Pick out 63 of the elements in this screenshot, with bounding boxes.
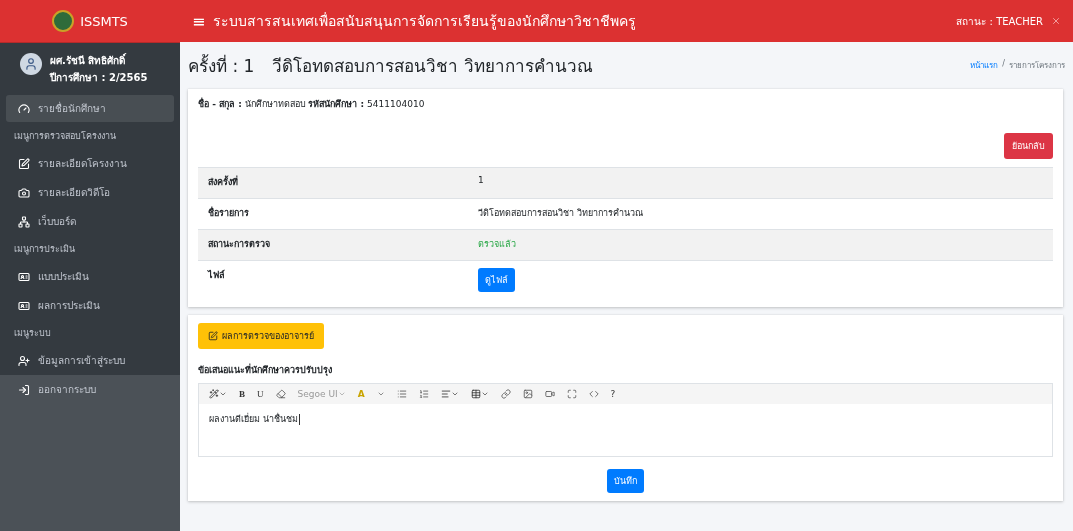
sidebar-item[interactable]: เว็บบอร์ด (6, 208, 174, 235)
status-text: ตรวจแล้ว (478, 238, 517, 251)
menu-section-header: เมนูการประเมิน (13, 243, 76, 257)
sidebar-item[interactable]: แบบประเมิน (6, 263, 174, 290)
sidebar-item[interactable]: รายชื่อนักศึกษา (6, 95, 174, 122)
bold-tool[interactable]: B (239, 389, 245, 399)
edit-icon (208, 331, 218, 341)
caret-icon (337, 390, 346, 398)
align-tool[interactable] (440, 389, 459, 399)
brand-name: ISSMTS (80, 13, 128, 29)
academic-term: ปีการศึกษา : 2/2565 (50, 71, 148, 85)
fullscreen-icon[interactable] (566, 389, 577, 399)
code-icon[interactable] (588, 389, 599, 399)
page-title: วีดิโอทดสอบการสอนวิชา วิทยาการคำนวณ (272, 55, 593, 78)
sidebar-item[interactable]: รายละเอียดวิดีโอ (6, 179, 174, 206)
style-tool[interactable] (209, 389, 227, 399)
menu-section-header: เมนูการตรวจสอบโครงงาน (13, 130, 117, 144)
row-label: ส่งครั้งที่ (208, 175, 239, 189)
page-title-prefix: ครั้งที่ : 1 (188, 53, 255, 78)
sidebar-item[interactable]: รายละเอียดโครงงาน (6, 150, 174, 177)
close-icon[interactable] (1051, 16, 1061, 26)
avatar-icon (20, 53, 42, 75)
eraser-icon[interactable] (275, 389, 286, 399)
menu-button[interactable]: ≡ (192, 11, 206, 31)
breadcrumb-link[interactable]: รายการโครงการ (1009, 59, 1065, 72)
breadcrumb-separator: / (1002, 59, 1005, 70)
numbered-list-icon[interactable] (418, 389, 429, 399)
logo-icon (52, 10, 75, 32)
underline-tool[interactable]: U (257, 389, 264, 399)
student-info: ชื่อ - สกุล : นักศึกษาทดสอบ รหัสนักศึกษา : 5411104010 (198, 97, 425, 111)
system-title: ระบบสารสนเทศเพื่อสนับสนุนการจัดการเรียนรู้ของนักศึกษาวิชาชีพครู (213, 11, 638, 32)
sidebar-item[interactable]: ผลการประเมิน (6, 292, 174, 319)
table-tool[interactable] (470, 389, 489, 399)
wand-icon (209, 389, 219, 399)
row-value: วีดิโอทดสอบการสอนวิชา วิทยาการคำนวณ (478, 207, 644, 220)
feedback-label: ข้อเสนอแนะที่นักศึกษาควรปรับปรุง (198, 363, 333, 377)
table-icon (470, 389, 481, 399)
sidebar-item[interactable]: ออกจากระบบ (6, 376, 174, 403)
picture-icon[interactable] (522, 389, 533, 399)
row-label: สถานะการตรวจ (208, 238, 271, 251)
teacher-review-button[interactable]: ผลการตรวจของอาจารย์ (198, 323, 324, 349)
back-button[interactable]: ย้อนกลับ (1004, 133, 1053, 159)
caret-icon[interactable] (376, 390, 385, 398)
caret-icon (480, 390, 489, 398)
row-label: ชื่อรายการ (208, 206, 250, 220)
menu-section-header: เมนูระบบ (13, 327, 52, 341)
align-icon (440, 389, 451, 399)
user-status: สถานะ : TEACHER (956, 14, 1043, 29)
editor-text[interactable]: ผลงานดีเยี่ยม น่าชื่นชม (199, 404, 1052, 456)
help-tool[interactable]: ? (610, 389, 616, 399)
caret-icon (450, 390, 459, 398)
view-file-button[interactable]: ดูไฟล์ (478, 268, 515, 292)
caret-icon (219, 390, 227, 398)
user-name: ผศ.รัชนี สิทธิศักดิ์ (50, 53, 127, 68)
bullet-list-icon[interactable] (396, 389, 407, 399)
link-icon[interactable] (500, 389, 511, 399)
sidebar-item[interactable]: ข้อมูลการเข้าสู่ระบบ (6, 347, 174, 374)
row-value: 1 (478, 175, 485, 185)
row-label: ไฟล์ (208, 268, 226, 282)
text-cursor (298, 414, 300, 425)
breadcrumb-link[interactable]: หน้าแรก (970, 59, 999, 72)
video-icon[interactable] (544, 389, 555, 399)
save-button[interactable]: บันทึก (607, 469, 644, 493)
